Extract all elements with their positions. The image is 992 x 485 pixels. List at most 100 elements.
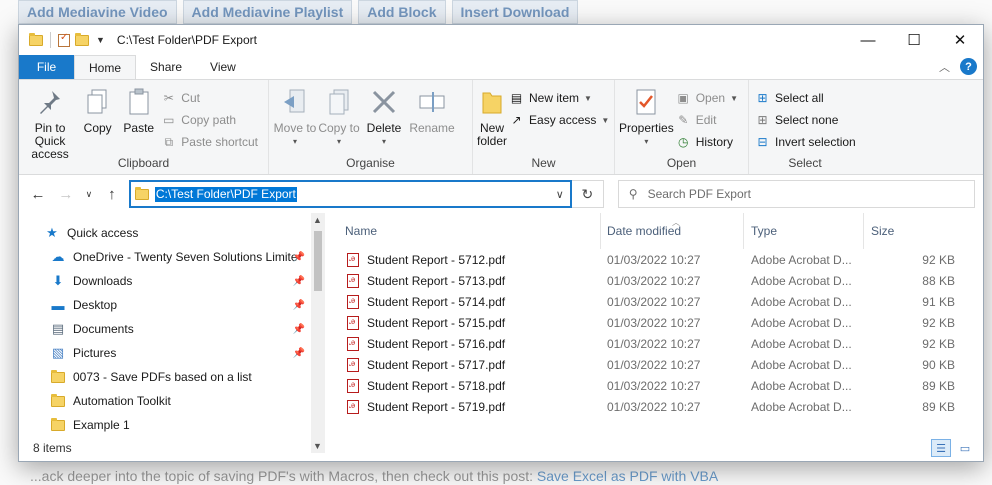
file-name: Student Report - 5716.pdf — [367, 336, 506, 351]
easy-access-button[interactable]: ↗ Easy access ▼ — [509, 110, 615, 130]
nav-item-folder[interactable]: Automation Toolkit — [19, 389, 325, 413]
new-item-icon: ▤ — [510, 91, 523, 105]
nav-item-desktop[interactable]: ▬ Desktop 📌 — [19, 293, 325, 317]
nav-item-downloads[interactable]: ⬇ Downloads 📌 — [19, 269, 325, 293]
file-name: Student Report - 5718.pdf — [367, 378, 506, 393]
minimize-button[interactable]: — — [845, 25, 891, 55]
column-type[interactable]: Type — [751, 224, 777, 238]
search-box[interactable]: ⚲ Search PDF Export — [617, 180, 975, 208]
clipboard-group: Pin to Quick access Copy Paste ✂ Cut ▭ Cop… — [19, 80, 269, 174]
easy-access-icon: ↗ — [511, 113, 522, 127]
add-block-button[interactable]: Add Block — [358, 0, 446, 24]
maximize-button[interactable]: ☐ — [891, 25, 937, 55]
address-path[interactable]: C:\Test Folder\PDF Export — [154, 186, 297, 202]
tab-share[interactable]: Share — [136, 55, 196, 79]
select-none-icon: ⊞ — [757, 113, 768, 127]
copy-label: Copy — [83, 121, 112, 135]
add-mediavine-video-button[interactable]: Add Mediavine Video — [18, 0, 177, 24]
close-button[interactable]: ✕ — [937, 25, 983, 55]
pin-icon[interactable]: 📌 — [293, 324, 305, 335]
select-none-button[interactable]: ⊞ Select none — [755, 110, 862, 130]
file-row[interactable]: Student Report - 5712.pdf 01/03/2022 10:… — [345, 249, 983, 270]
file-row[interactable]: Student Report - 5714.pdf 01/03/2022 10:… — [345, 291, 983, 312]
open-icon: ▣ — [677, 91, 689, 105]
file-type: Adobe Acrobat D... — [751, 315, 852, 330]
nav-item-onedrive[interactable]: ☁ OneDrive - Twenty Seven Solutions Limi… — [19, 245, 325, 269]
column-divider[interactable] — [600, 213, 601, 249]
nav-item-folder[interactable]: Example 1 — [19, 413, 325, 437]
scrollbar-thumb[interactable] — [314, 231, 322, 291]
invert-selection-label: Invert selection — [775, 135, 856, 149]
pin-icon[interactable]: 📌 — [293, 300, 305, 311]
pin-icon[interactable]: 📌 — [293, 252, 305, 263]
refresh-icon[interactable]: ↻ — [571, 180, 604, 208]
file-row[interactable]: Student Report - 5715.pdf 01/03/2022 10:… — [345, 312, 983, 333]
copy-path-button[interactable]: ▭ Copy path — [161, 110, 264, 130]
history-button[interactable]: ◷ History — [676, 132, 744, 152]
file-date: 01/03/2022 10:27 — [607, 294, 701, 309]
select-all-button[interactable]: ⊞ Select all — [755, 88, 862, 108]
new-folder-icon[interactable] — [75, 32, 89, 46]
nav-item-documents[interactable]: ▤ Documents 📌 — [19, 317, 325, 341]
select-group: ⊞ Select all ⊞ Select none ⊟ Invert selecti… — [749, 80, 861, 174]
pdf-file-icon — [347, 315, 359, 330]
edit-button[interactable]: ✎ Edit — [676, 110, 744, 130]
file-row[interactable]: Student Report - 5716.pdf 01/03/2022 10:… — [345, 333, 983, 354]
recent-locations-chevron-icon[interactable]: ∨ — [83, 183, 95, 205]
address-history-chevron-icon[interactable]: ∨ — [556, 188, 564, 201]
file-row[interactable]: Student Report - 5718.pdf 01/03/2022 10:… — [345, 375, 983, 396]
invert-selection-button[interactable]: ⊟ Invert selection — [755, 132, 862, 152]
forward-arrow-icon[interactable]: → — [55, 183, 77, 205]
file-name: Student Report - 5712.pdf — [367, 252, 506, 267]
nav-item-pictures[interactable]: ▧ Pictures 📌 — [19, 341, 325, 365]
file-name: Student Report - 5719.pdf — [367, 399, 506, 414]
open-button[interactable]: ▣ Open ▼ — [676, 88, 744, 108]
properties-icon[interactable] — [58, 32, 70, 47]
pin-icon[interactable]: 📌 — [293, 348, 305, 359]
quick-access-toolbar: ▼ — [19, 32, 105, 48]
column-name[interactable]: Name — [345, 224, 377, 238]
rename-icon — [417, 86, 447, 118]
tab-file[interactable]: File — [19, 55, 74, 79]
file-row[interactable]: Student Report - 5719.pdf 01/03/2022 10:… — [345, 396, 983, 417]
tab-home[interactable]: Home — [74, 55, 137, 79]
file-row[interactable]: Student Report - 5717.pdf 01/03/2022 10:… — [345, 354, 983, 375]
cut-button[interactable]: ✂ Cut — [161, 88, 264, 108]
column-date-modified[interactable]: Date modified — [607, 224, 681, 238]
address-bar[interactable]: C:\Test Folder\PDF Export ∨ — [128, 180, 572, 208]
details-view-icon[interactable]: ☰ — [931, 439, 951, 457]
nav-quick-access[interactable]: ★ Quick access — [19, 221, 325, 245]
large-icons-view-icon[interactable]: ▭ — [955, 439, 975, 457]
file-type: Adobe Acrobat D... — [751, 252, 852, 267]
new-item-button[interactable]: ▤ New item ▼ — [509, 88, 615, 108]
file-row[interactable]: Student Report - 5713.pdf 01/03/2022 10:… — [345, 270, 983, 291]
insert-download-button[interactable]: Insert Download — [451, 0, 579, 24]
column-size[interactable]: Size — [871, 224, 894, 238]
scroll-up-icon[interactable]: ▲ — [313, 215, 322, 225]
nav-item-folder[interactable]: 0073 - Save PDFs based on a list — [19, 365, 325, 389]
pdf-file-icon — [347, 357, 359, 372]
help-icon[interactable]: ? — [960, 58, 977, 75]
pin-icon[interactable]: 📌 — [293, 276, 305, 287]
address-folder-icon — [134, 186, 149, 200]
nav-scrollbar[interactable]: ▲ ▼ — [311, 213, 325, 453]
column-divider[interactable] — [863, 213, 864, 249]
column-divider[interactable] — [743, 213, 744, 249]
save-excel-pdf-link[interactable]: Save Excel as PDF with VBA — [537, 468, 718, 484]
add-mediavine-playlist-button[interactable]: Add Mediavine Playlist — [182, 0, 353, 24]
paste-shortcut-button[interactable]: ⧉ Paste shortcut — [161, 132, 264, 152]
select-group-label: Select — [788, 156, 822, 170]
minimize-ribbon-chevron-icon[interactable]: ︿ — [939, 59, 950, 75]
file-type: Adobe Acrobat D... — [751, 378, 852, 393]
file-size: 92 KB — [922, 336, 955, 351]
ribbon: Pin to Quick access Copy Paste ✂ Cut ▭ Cop… — [19, 79, 983, 175]
back-arrow-icon[interactable]: ← — [27, 183, 49, 205]
open-group-label: Open — [666, 156, 697, 170]
explorer-body: ★ Quick access ☁ OneDrive - Twenty Seven… — [19, 213, 983, 453]
up-arrow-icon[interactable]: ↑ — [101, 183, 123, 205]
navigation-pane: ★ Quick access ☁ OneDrive - Twenty Seven… — [19, 213, 325, 453]
ribbon-tabs: File Home Share View ︿ ? — [19, 55, 983, 79]
select-all-label: Select all — [775, 91, 824, 105]
tab-view[interactable]: View — [196, 55, 250, 79]
customize-toolbar-chevron-icon[interactable]: ▼ — [96, 35, 105, 45]
